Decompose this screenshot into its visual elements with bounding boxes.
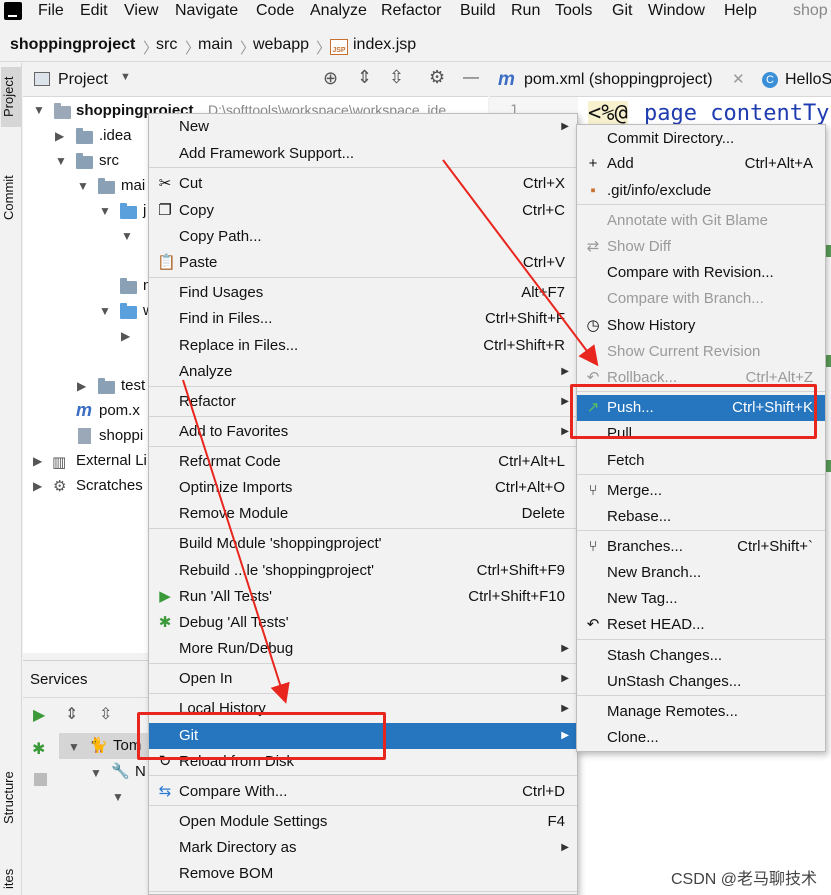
annotation-arrows — [182, 159, 599, 704]
csdn-watermark: CSDN @老马聊技术 — [670, 871, 817, 888]
